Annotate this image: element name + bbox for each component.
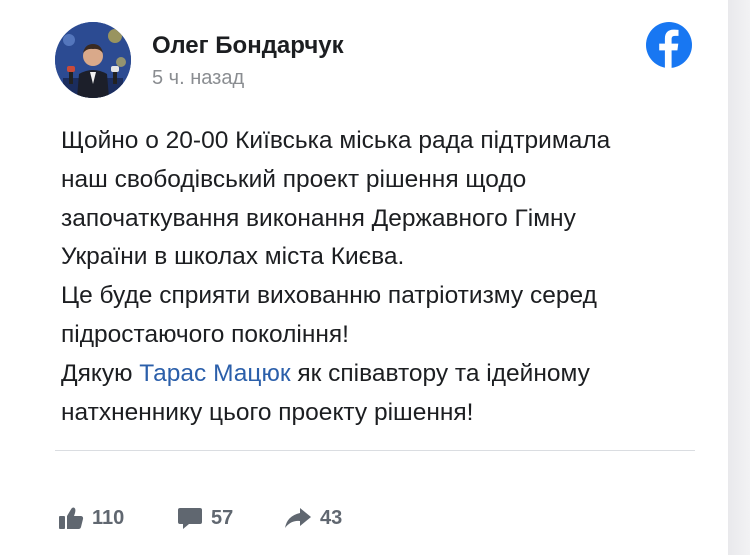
post-text-line: наш свободівський проект рішення щодо: [61, 165, 527, 193]
post-text-fragment: Дякую: [61, 359, 140, 387]
like-stat[interactable]: 110: [58, 503, 124, 533]
comment-count: 57: [211, 506, 234, 529]
post-text-line: започаткування виконання Державного Гімн…: [61, 204, 576, 232]
share-count: 43: [320, 506, 343, 529]
avatar[interactable]: [55, 22, 131, 98]
comment-bubble-icon: [178, 508, 202, 529]
share-stat[interactable]: 43: [284, 503, 342, 533]
post-text-line: Дякую Тарас Мацюк як співавтору та ідейн…: [61, 355, 721, 394]
mention-link[interactable]: Тарас Мацюк: [139, 360, 290, 387]
post-text-line: Щойно о 20-00 Київська міська рада підтр…: [61, 127, 611, 154]
author-name[interactable]: Олег Бондарчук: [152, 32, 344, 60]
thumbs-up-icon: [59, 507, 84, 529]
post-text-fragment: як співавтору та ідейному: [290, 359, 590, 387]
avatar-photo: [55, 22, 131, 98]
divider: [55, 450, 695, 451]
like-count: 110: [92, 506, 125, 529]
post-timestamp[interactable]: 5 ч. назад: [152, 67, 244, 90]
facebook-icon: [646, 22, 692, 68]
facebook-post-card: Олег Бондарчук 5 ч. назад Щойно о 20-00 …: [0, 0, 750, 555]
comment-stat[interactable]: 57: [177, 503, 233, 533]
right-edge: [728, 0, 750, 555]
post-text-line: підростаючого покоління!: [61, 320, 349, 348]
post-text-line: Це буде сприяти вихованню патріотизму се…: [61, 282, 597, 310]
post-text-line: натхненнику цього проекту рішення!: [61, 398, 474, 426]
share-arrow-icon: [285, 508, 311, 528]
post-text: Щойно о 20-00 Київська міська рада підтр…: [61, 122, 721, 432]
post-text-line: України в школах міста Києва.: [61, 243, 405, 271]
